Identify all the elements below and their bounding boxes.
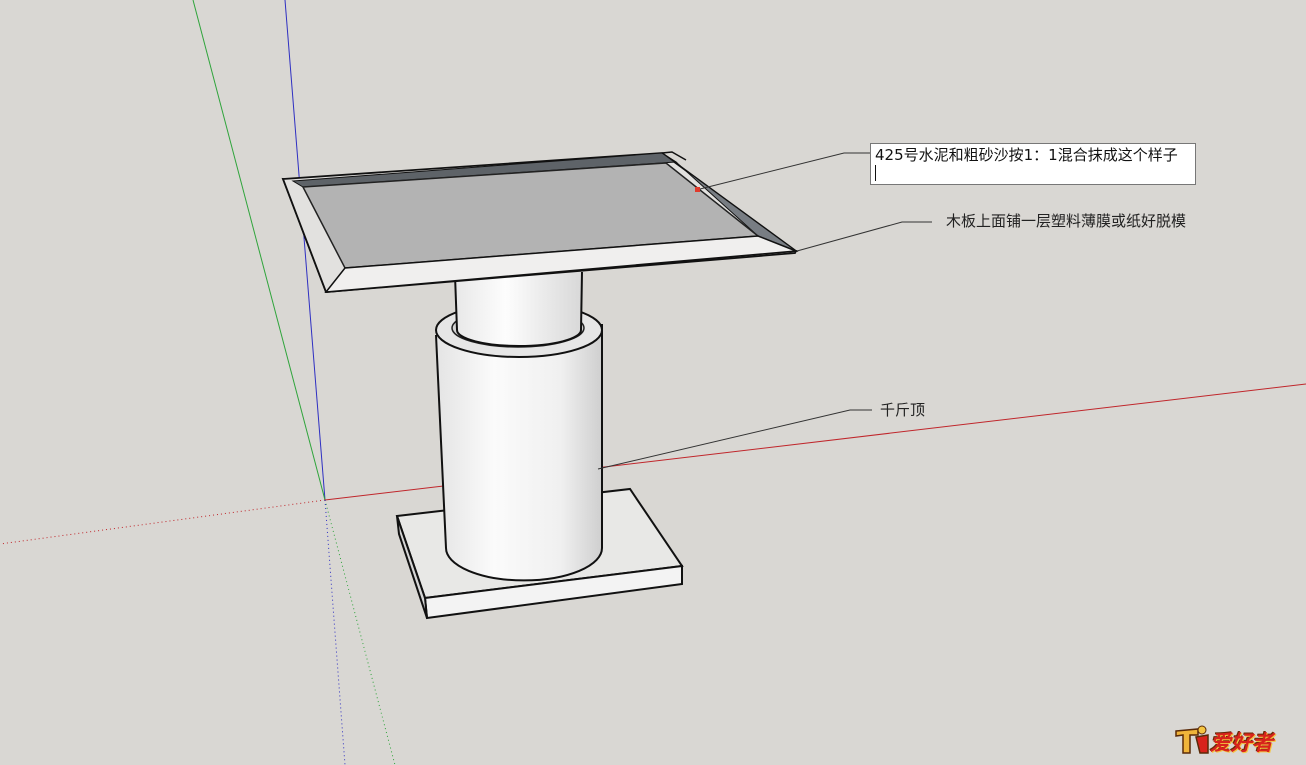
tabletop-mold[interactable] [281,151,799,293]
piston-body [454,271,583,347]
annotation-edit-box[interactable]: 425号水泥和粗砂沙按1：1混合抹成这个样子 [870,143,1196,185]
watermark-text: 爱好者 [1210,731,1273,755]
leader-jack [597,409,872,470]
woodworking-logo-icon [1175,725,1209,754]
watermark: 爱好者 [1172,723,1296,757]
leader-cement [699,152,871,190]
annotation-edit-text[interactable]: 425号水泥和粗砂沙按1：1混合抹成这个样子 [875,146,1191,164]
leader-plastic [796,221,932,252]
jack-body [435,324,603,582]
model-viewport[interactable] [0,0,1306,765]
plastic-film-label[interactable]: 木板上面铺一层塑料薄膜或纸好脱模 [946,212,1186,230]
red-axis-dotted [0,499,326,545]
jack-piston[interactable] [454,271,583,347]
selection-vertex-marker[interactable] [695,187,700,192]
axes [0,0,1306,765]
jack-label[interactable]: 千斤顶 [880,401,925,419]
text-caret [875,165,876,181]
